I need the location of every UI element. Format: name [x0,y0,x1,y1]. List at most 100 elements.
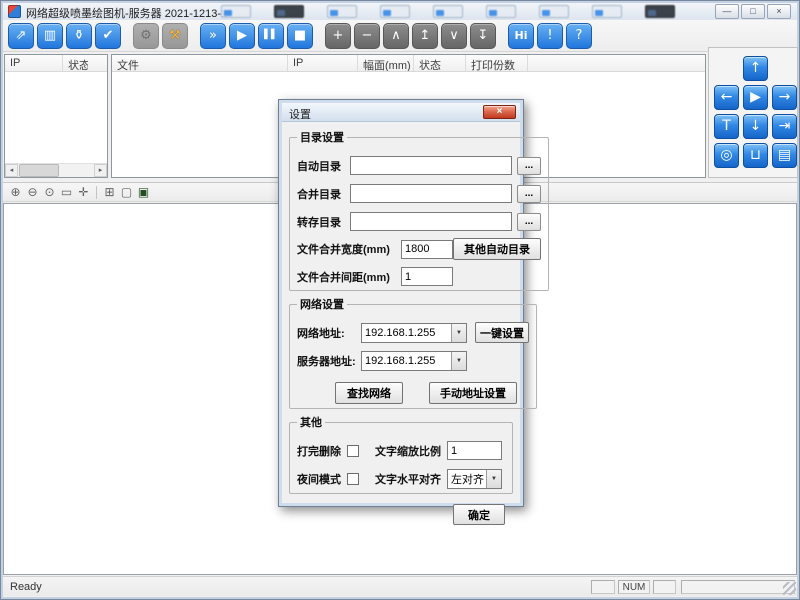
browse-button[interactable]: ... [517,157,541,175]
manual-address-button[interactable]: 手动地址设置 [429,382,517,404]
scroll-left-icon[interactable]: ◂ [5,164,18,177]
pad-left-button[interactable]: ← [714,85,739,110]
dialog-title: 设置 [289,106,311,122]
directory-input-0[interactable] [350,156,512,175]
column-header[interactable]: 文件 [112,55,288,71]
server-address-combo[interactable]: 192.168.1.255 [361,351,467,371]
fast-forward-button[interactable]: » [200,23,226,49]
columns-view-button[interactable]: ▥ [37,23,63,49]
text-align-label: 文字水平对齐 [375,471,447,487]
settings-gear-button[interactable]: ⚙ [133,23,159,49]
browse-button[interactable]: ... [517,185,541,203]
text-scale-input[interactable] [447,441,502,460]
open-file-button[interactable]: ⇗ [8,23,34,49]
status-pane [591,580,615,594]
dialog-close-button[interactable]: × [483,105,516,119]
client-list-hscrollbar[interactable]: ◂ ▸ [5,163,107,177]
stop-button[interactable]: ■ [287,23,313,49]
job-list-header: 文件IP幅面(mm)状态打印份数 [112,55,705,72]
window-title: 网络超级喷墨绘图机-服务器 2021-1213-1 [26,5,227,20]
merge-width-input[interactable] [401,240,453,259]
play-button[interactable]: ▶ [229,23,255,49]
alert-button[interactable]: ! [537,23,563,49]
column-header[interactable]: IP [288,55,358,71]
zoom-reset-button[interactable]: ⊙ [41,184,58,200]
network-address-value: 192.168.1.255 [362,327,451,339]
client-list-panel: IP状态 ◂ ▸ [4,54,108,178]
onekey-setup-button[interactable]: 一键设置 [475,322,529,343]
select-area-button[interactable]: ▭ [58,184,75,200]
directory-label: 转存目录 [297,214,350,230]
close-button[interactable]: × [767,4,791,19]
control-pad: ↑←▶→ T↓⇥ ◎⊔▤ [708,47,798,178]
pad-down-button[interactable]: ↓ [743,114,768,139]
titlebar-thumbnail [592,5,622,18]
move-to-bottom-button[interactable]: ↧ [470,23,496,49]
pad-skip-end-button[interactable]: ⇥ [772,114,797,139]
zoom-out-button[interactable]: ⊖ [24,184,41,200]
delete-job-button[interactable]: ⚱ [66,23,92,49]
dropdown-arrow-icon[interactable] [486,470,501,488]
directory-input-1[interactable] [350,184,512,203]
status-text: Ready [10,581,42,593]
column-header[interactable]: 状态 [414,55,466,71]
toolbar-separator [191,35,200,36]
directory-input-2[interactable] [350,212,512,231]
pad-up-button[interactable]: ↑ [743,56,768,81]
pad-media-roll-button[interactable]: ◎ [714,143,739,168]
pad-print-button[interactable]: ▶ [743,85,768,110]
maximize-button[interactable]: □ [741,4,765,19]
column-header[interactable]: 幅面(mm) [358,55,414,71]
other-dirs-button[interactable]: 其他自动目录 [453,238,541,260]
control-pad-spacer [714,56,739,81]
minimize-button[interactable]: — [715,4,739,19]
find-network-button[interactable]: 查找网络 [335,382,403,404]
remove-button[interactable]: − [354,23,380,49]
resize-grip[interactable] [783,582,796,595]
tools-button[interactable]: ⚒ [162,23,188,49]
hi-button[interactable]: Hi [508,23,534,49]
ok-button[interactable]: 确定 [453,504,505,525]
titlebar-thumbnail [327,5,357,18]
pan-button[interactable]: ✛ [75,184,92,200]
add-button[interactable]: + [325,23,351,49]
merge-gap-input[interactable] [401,267,453,286]
merge-gap-label: 文件合并间距(mm) [297,269,401,285]
browse-button[interactable]: ... [517,213,541,231]
scrollbar-track[interactable] [18,164,94,177]
column-header[interactable]: 打印份数 [466,55,528,71]
other-group-label: 其他 [297,414,325,430]
pad-text-button[interactable]: T [714,114,739,139]
move-to-top-button[interactable]: ↥ [412,23,438,49]
zoom-in-button[interactable]: ⊕ [7,184,24,200]
column-header[interactable]: 状态 [63,55,88,71]
copy-button[interactable]: ⊞ [101,184,118,200]
save-button[interactable]: ▣ [135,184,152,200]
scrollbar-thumb[interactable] [19,164,59,177]
directory-settings-group: 目录设置 自动目录...合并目录...转存目录... 文件合并宽度(mm) 其他… [289,129,549,291]
pad-document-button[interactable]: ▤ [772,143,797,168]
directory-group-label: 目录设置 [297,129,347,145]
toolbar-separator [499,35,508,36]
directory-row: 自动目录... [297,156,541,175]
delete-after-checkbox[interactable] [347,445,359,457]
move-up-button[interactable]: ∧ [383,23,409,49]
column-header[interactable]: IP [5,55,63,71]
control-pad-spacer [772,56,797,81]
pad-ruler-button[interactable]: ⊔ [743,143,768,168]
night-mode-checkbox[interactable] [347,473,359,485]
dropdown-arrow-icon[interactable] [451,324,466,342]
pause-button[interactable]: ▌▌ [258,23,284,49]
scroll-right-icon[interactable]: ▸ [94,164,107,177]
directory-label: 自动目录 [297,158,350,174]
preview-button[interactable]: ▢ [118,184,135,200]
server-address-label: 服务器地址: [297,353,361,369]
window-controls: — □ × [715,4,791,19]
text-align-combo[interactable]: 左对齐 [447,469,502,489]
help-button[interactable]: ? [566,23,592,49]
dropdown-arrow-icon[interactable] [451,352,466,370]
confirm-button[interactable]: ✔ [95,23,121,49]
network-address-combo[interactable]: 192.168.1.255 [361,323,467,343]
move-down-button[interactable]: ∨ [441,23,467,49]
pad-right-button[interactable]: → [772,85,797,110]
